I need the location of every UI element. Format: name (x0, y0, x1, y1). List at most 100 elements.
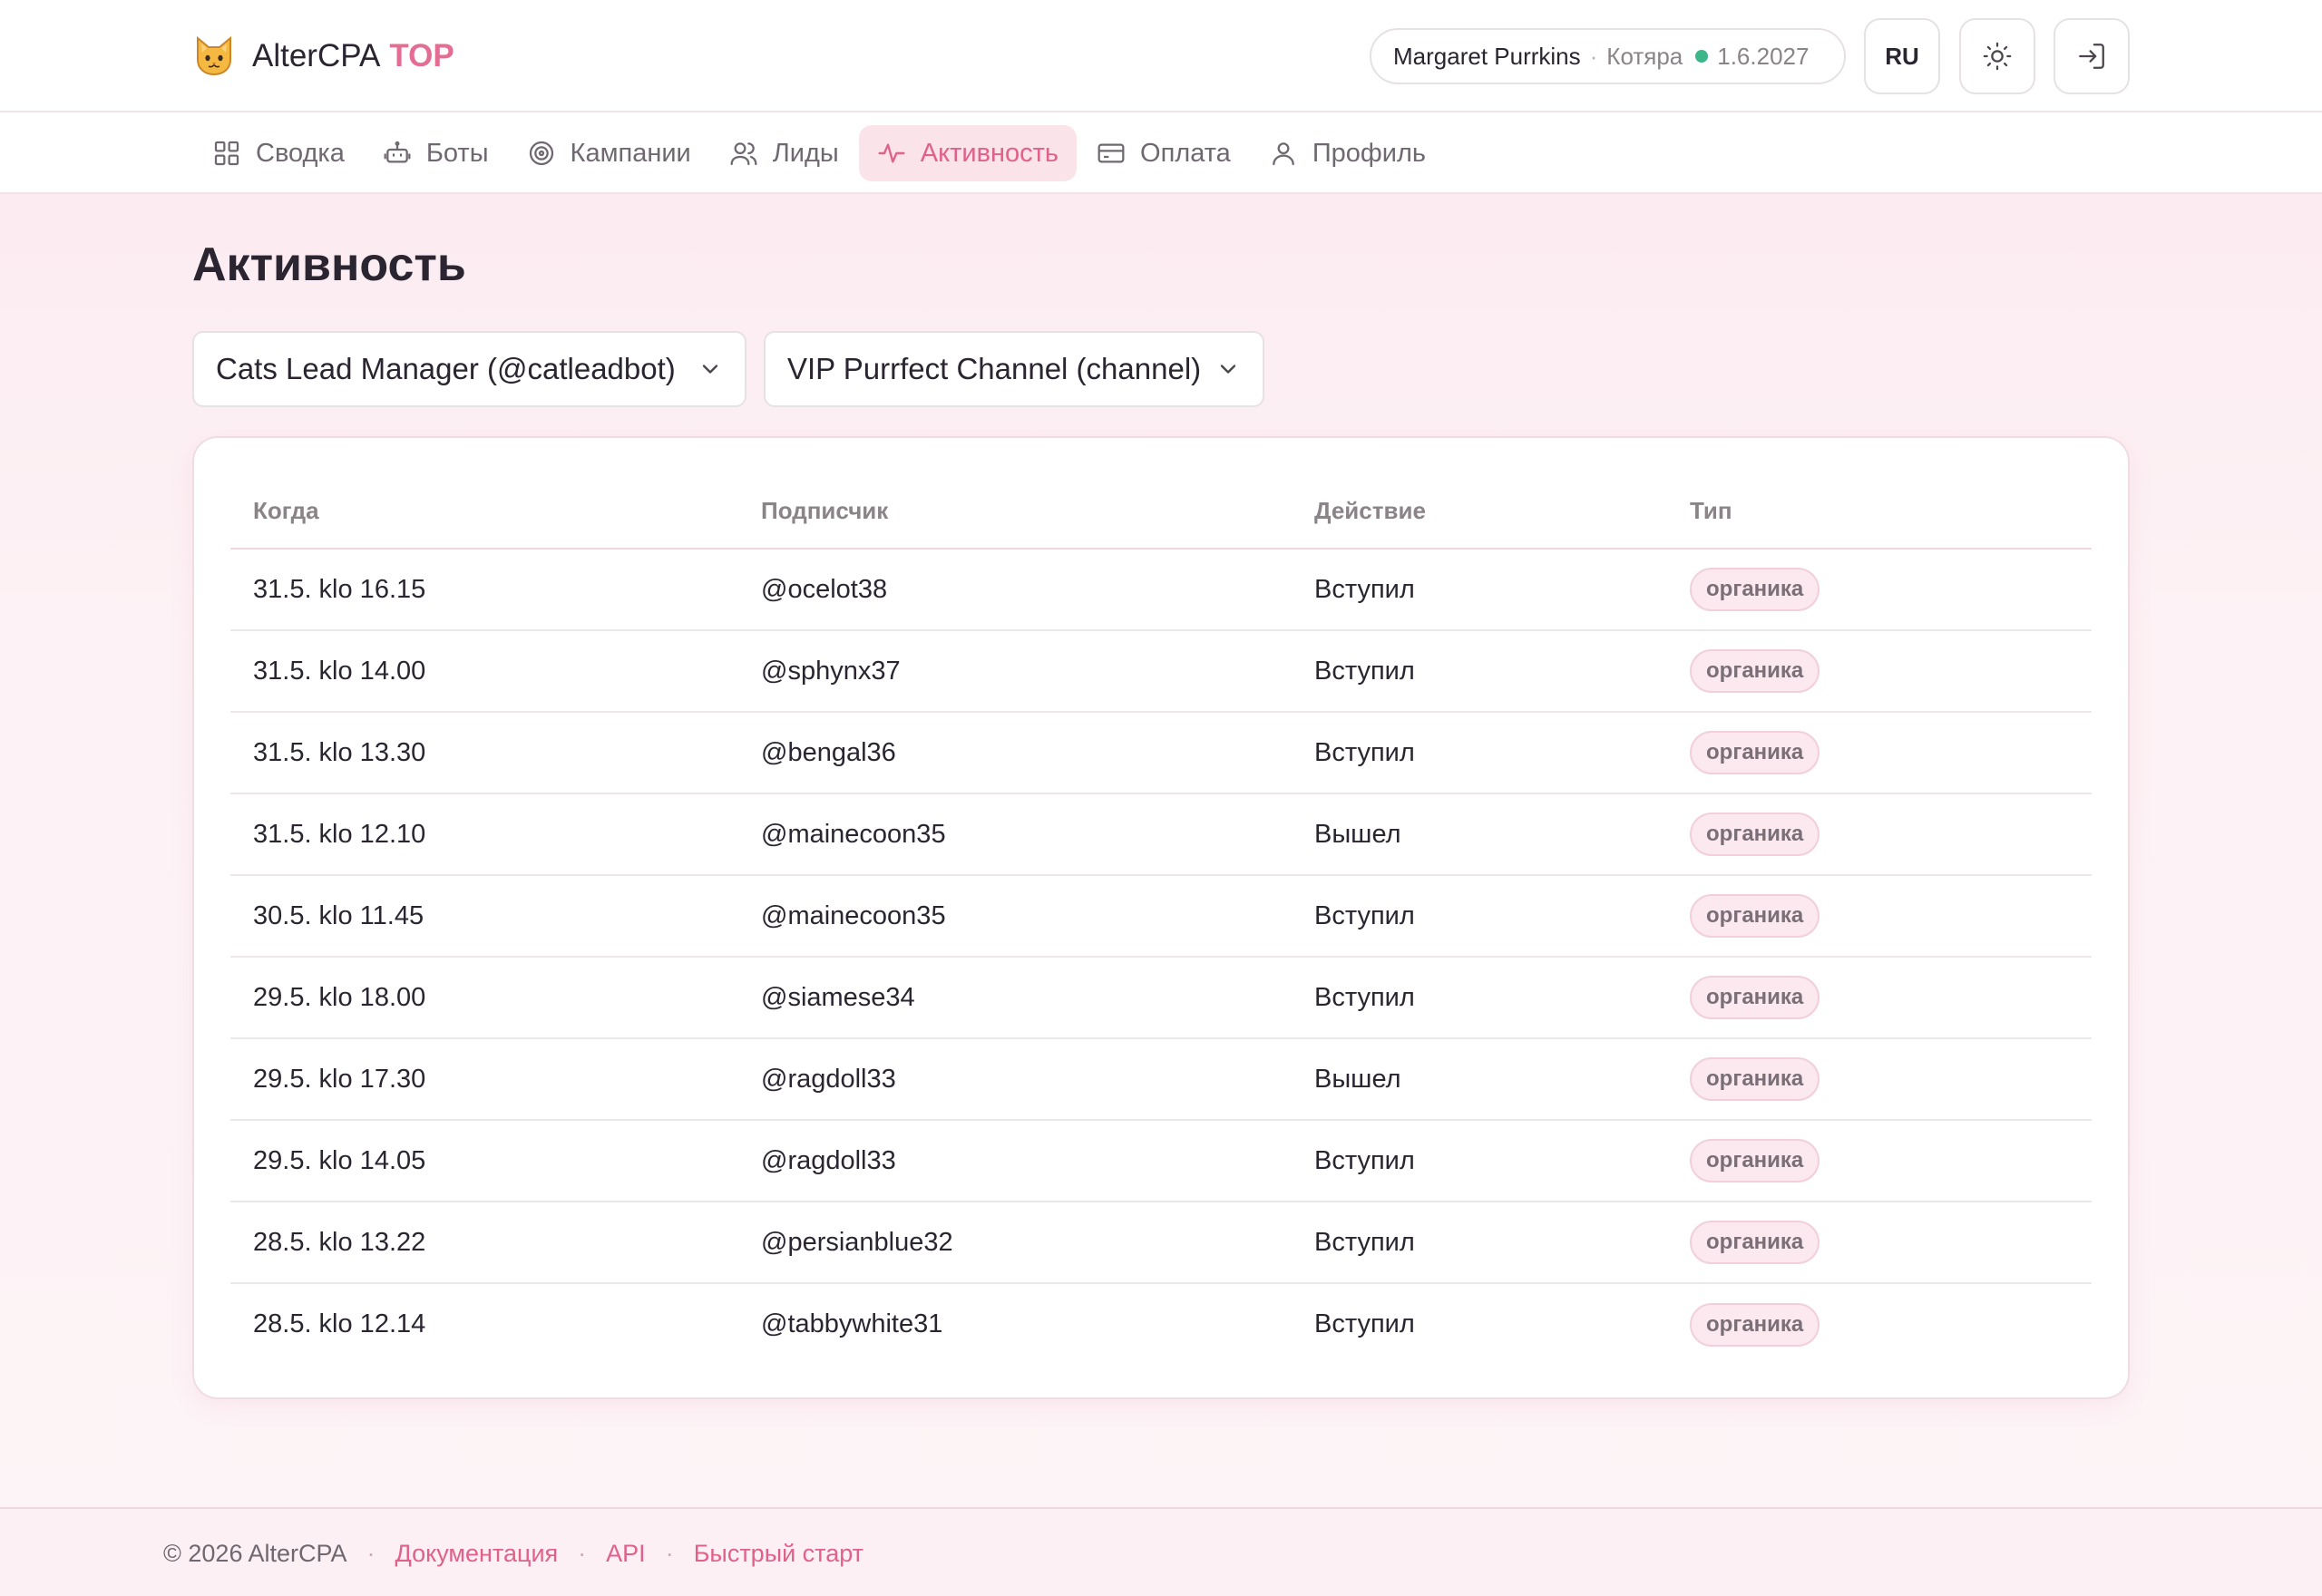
brand[interactable]: AlterCPA TOP (192, 33, 454, 80)
cell-action: Вышел (1292, 793, 1667, 876)
cell-action: Вступил (1292, 1202, 1667, 1284)
cell-action: Вступил (1292, 712, 1667, 794)
type-badge: органика (1690, 731, 1820, 774)
cell-action: Вступил (1292, 957, 1667, 1039)
cell-type: органика (1667, 1120, 2092, 1202)
logout-icon (2079, 44, 2104, 69)
cat-face-icon (197, 35, 231, 76)
sun-icon (1983, 42, 2012, 71)
nav-item-profile[interactable]: Профиль (1251, 125, 1444, 181)
type-badge: органика (1690, 568, 1820, 611)
cell-when: 30.5. klo 11.45 (230, 875, 738, 958)
activity-icon (878, 143, 905, 163)
table-header-row: Когда Подписчик Действие Тип (230, 474, 2092, 550)
cell-type: органика (1667, 630, 2092, 713)
cell-action: Вступил (1292, 630, 1667, 713)
cell-subscriber: @mainecoon35 (738, 793, 1292, 876)
target-icon (529, 141, 553, 166)
cell-type: органика (1667, 712, 2092, 794)
language-button[interactable]: RU (1864, 18, 1940, 94)
table-row: 31.5. klo 14.00 @sphynx37 Вступил органика (230, 630, 2092, 713)
type-badge: органика (1690, 894, 1820, 938)
cell-subscriber: @bengal36 (738, 712, 1292, 794)
nav-item-summary[interactable]: Сводка (194, 125, 363, 181)
channel-select[interactable]: VIP Purrfect Channel (channel) (764, 331, 1264, 407)
page-title: Активность (192, 238, 466, 291)
type-badge: органика (1690, 1139, 1820, 1182)
cell-subscriber: @ragdoll33 (738, 1120, 1292, 1202)
type-badge: органика (1690, 1057, 1820, 1101)
footer-link-quickstart[interactable]: Быстрый старт (694, 1540, 863, 1568)
nav-label: Кампании (570, 138, 691, 168)
type-badge: органика (1690, 649, 1820, 693)
user-account-pill[interactable]: Margaret Purrkins · Котяра 1.6.2027 (1370, 28, 1846, 84)
cell-when: 31.5. klo 14.00 (230, 630, 738, 713)
bot-select[interactable]: Cats Lead Manager (@catleadbot) (192, 331, 746, 407)
table-row: 29.5. klo 17.30 @ragdoll33 Вышел органика (230, 1038, 2092, 1121)
chevron-down-icon (702, 365, 718, 374)
cell-action: Вступил (1292, 875, 1667, 958)
cell-type: органика (1667, 1202, 2092, 1284)
footer-separator: · (578, 1540, 587, 1567)
table-row: 28.5. klo 13.22 @persianblue32 Вступил орга… (230, 1202, 2092, 1284)
brand-suffix: TOP (389, 38, 454, 73)
table-row: 29.5. klo 14.05 @ragdoll33 Вступил органика (230, 1120, 2092, 1202)
cell-subscriber: @tabbywhite31 (761, 1309, 943, 1338)
nav-item-bots[interactable]: Боты (365, 125, 507, 181)
top-header: AlterCPA TOP Margaret Purrkins · Котяра … (0, 0, 2322, 112)
cell-type: органика (1667, 1038, 2092, 1121)
cell-when: 31.5. klo 16.15 (230, 549, 738, 631)
cell-subscriber: @sphynx37 (738, 630, 1292, 713)
nav-label: Профиль (1312, 138, 1427, 168)
column-header-subscriber: Подписчик (738, 474, 1292, 550)
cell-when: 29.5. klo 17.30 (230, 1038, 738, 1121)
user-icon (1273, 142, 1294, 166)
cell-subscriber: @mainecoon35 (738, 875, 1292, 958)
cell-type: органика (1667, 1283, 2092, 1365)
nav-label: Лиды (772, 138, 839, 168)
table-row: 31.5. klo 16.15 @ocelot38 Вступил органика (230, 549, 2092, 631)
type-badge: органика (1690, 976, 1820, 1019)
channel-select-value: VIP Purrfect Channel (channel) (787, 352, 1202, 385)
nav-label: Оплата (1140, 138, 1231, 168)
cell-action: Вступил (1292, 1120, 1667, 1202)
column-header-type: Тип (1667, 474, 2092, 550)
type-badge: органика (1690, 1302, 1820, 1347)
cell-when: 28.5. klo 13.22 (230, 1202, 738, 1284)
nav-item-activity[interactable]: Активность (858, 125, 1078, 181)
footer-link-api[interactable]: API (606, 1540, 646, 1568)
nav-item-campaigns[interactable]: Кампании (509, 125, 709, 181)
footer-link-docs[interactable]: Документация (395, 1540, 559, 1568)
logout-button[interactable] (2054, 18, 2130, 94)
cell-type: органика (1667, 875, 2092, 958)
cell-when: 31.5. klo 13.30 (230, 712, 738, 794)
cell-type: органика (1667, 793, 2092, 876)
cell-type: органика (1667, 549, 2092, 631)
nav-label: Сводка (256, 138, 345, 168)
cell-subscriber: @persianblue32 (738, 1202, 1292, 1284)
cell-action: Вступил (1314, 1309, 1415, 1338)
cell-when: 28.5. klo 12.14 (253, 1309, 426, 1338)
theme-toggle-button[interactable] (1959, 18, 2035, 94)
footer-separator: · (366, 1540, 376, 1567)
user-plan: Котяра (1606, 42, 1683, 70)
user-name: Margaret Purrkins (1393, 42, 1581, 70)
cell-when: 31.5. klo 12.10 (230, 793, 738, 876)
nav-item-payment[interactable]: Оплата (1078, 125, 1249, 181)
bot-select-value: Cats Lead Manager (@catleadbot) (216, 352, 676, 385)
footer-copyright: © 2026 AlterCPA (163, 1540, 347, 1567)
type-badge: органика (1690, 813, 1820, 856)
table-row: 29.5. klo 18.00 @siamese34 Вступил органика (230, 957, 2092, 1039)
chevron-down-icon (1220, 365, 1236, 374)
nav-label: Активность (920, 138, 1059, 168)
activity-card: Когда Подписчик Действие Тип 31.5. klo 1… (192, 436, 2130, 1399)
grid-icon (214, 141, 239, 166)
main-nav: Сводка Боты Кампании Лиды Активность Опл… (0, 112, 2322, 194)
table-row: 30.5. klo 11.45 @mainecoon35 Вступил органи… (230, 875, 2092, 958)
robot-icon (384, 141, 411, 163)
status-dot (1695, 50, 1709, 63)
nav-item-leads[interactable]: Лиды (711, 125, 857, 181)
cell-subscriber: @ocelot38 (738, 549, 1292, 631)
activity-table: Когда Подписчик Действие Тип 31.5. klo 1… (230, 474, 2092, 1365)
cell-subscriber: @ragdoll33 (738, 1038, 1292, 1121)
